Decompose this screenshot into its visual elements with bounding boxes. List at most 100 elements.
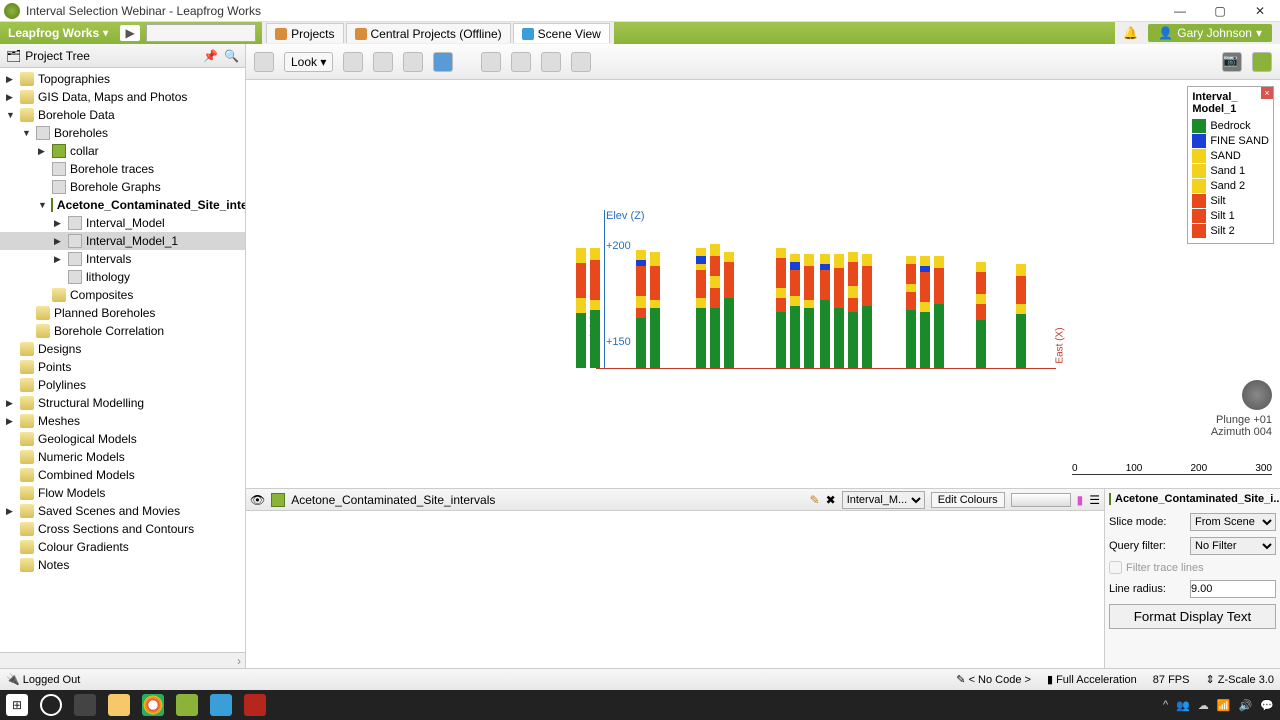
legend-close-icon[interactable]: × <box>1261 87 1273 99</box>
zscale-status[interactable]: ⇕ Z-Scale 3.0 <box>1205 673 1274 686</box>
code-status[interactable]: ✎ < No Code > <box>956 673 1031 686</box>
draw-polyline-icon[interactable] <box>541 52 561 72</box>
look-menu[interactable]: Look ▾ <box>284 52 333 72</box>
tree-item-composites[interactable]: Composites <box>0 286 245 304</box>
edit-colours-button[interactable]: Edit Colours <box>931 492 1005 508</box>
tree-item-gis-data-maps-and-photos[interactable]: ▶GIS Data, Maps and Photos <box>0 88 245 106</box>
expand-arrow-icon[interactable]: ▶ <box>6 92 16 103</box>
search-icon[interactable]: 🔍 <box>224 49 239 63</box>
close-button[interactable]: ✕ <box>1240 0 1280 22</box>
layer-colour-icon[interactable]: ▮ <box>1077 493 1084 507</box>
tree-item-acetone-contaminated-site-intervals[interactable]: ▼Acetone_Contaminated_Site_intervals <box>0 196 245 214</box>
tree-item-borehole-data[interactable]: ▼Borehole Data <box>0 106 245 124</box>
tab-projects[interactable]: Projects <box>266 23 343 43</box>
tree-item-structural-modelling[interactable]: ▶Structural Modelling <box>0 394 245 412</box>
tree-item-planned-boreholes[interactable]: Planned Boreholes <box>0 304 245 322</box>
expand-arrow-icon[interactable]: ▶ <box>6 416 16 427</box>
network-icon[interactable]: 📶 <box>1217 699 1231 712</box>
line-radius-input[interactable] <box>1190 580 1276 598</box>
cortana-icon[interactable] <box>40 694 62 716</box>
select-icon[interactable] <box>481 52 501 72</box>
ruler-icon[interactable] <box>373 52 393 72</box>
clear-scene-icon[interactable] <box>254 52 274 72</box>
pin-icon[interactable]: 📌 <box>203 49 218 63</box>
slice-mode-select[interactable]: From Scene <box>1190 513 1276 531</box>
task-view-icon[interactable] <box>74 694 96 716</box>
query-filter-select[interactable]: No Filter <box>1190 537 1276 555</box>
tree-item-meshes[interactable]: ▶Meshes <box>0 412 245 430</box>
orientation-widget[interactable]: Plunge +01 Azimuth 004 <box>1211 380 1272 438</box>
expand-arrow-icon[interactable]: ▶ <box>38 146 48 157</box>
remove-icon[interactable]: ✖ <box>826 493 836 507</box>
app-icon-blue[interactable] <box>210 694 232 716</box>
format-display-text-button[interactable]: Format Display Text <box>1109 604 1276 629</box>
tab-scene-view[interactable]: Scene View <box>513 23 610 43</box>
tree-item-notes[interactable]: Notes <box>0 556 245 574</box>
tree-item-saved-scenes-and-movies[interactable]: ▶Saved Scenes and Movies <box>0 502 245 520</box>
tree-item-cross-sections-and-contours[interactable]: Cross Sections and Contours <box>0 520 245 538</box>
brand-menu[interactable]: Leapfrog Works▾ <box>0 22 116 44</box>
system-tray[interactable]: ^ 👥 ☁ 📶 🔊 💬 <box>1163 699 1274 712</box>
draw-line-icon[interactable] <box>511 52 531 72</box>
start-button[interactable]: ⊞ <box>6 694 28 716</box>
tree-item-boreholes[interactable]: ▼Boreholes <box>0 124 245 142</box>
tree-item-lithology[interactable]: lithology <box>0 268 245 286</box>
people-icon[interactable]: 👥 <box>1176 699 1190 712</box>
notifications-icon[interactable]: 💬 <box>1260 699 1274 712</box>
expand-arrow-icon[interactable]: ▼ <box>6 110 16 120</box>
plane-icon[interactable] <box>433 52 453 72</box>
expand-arrow-icon[interactable]: ▶ <box>6 398 16 409</box>
tree-item-topographies[interactable]: ▶Topographies <box>0 70 245 88</box>
expand-arrow-icon[interactable]: ▶ <box>6 74 16 85</box>
opacity-slider[interactable] <box>1011 493 1071 507</box>
tree-item-interval-model-1[interactable]: ▶Interval_Model_1 <box>0 232 245 250</box>
chrome-icon[interactable] <box>142 694 164 716</box>
tree-item-numeric-models[interactable]: Numeric Models <box>0 448 245 466</box>
leapfrog-icon[interactable] <box>176 694 198 716</box>
tab-central-projects-offline-[interactable]: Central Projects (Offline) <box>346 23 511 43</box>
layer-options-icon[interactable]: ☰ <box>1089 493 1100 507</box>
tree-item-flow-models[interactable]: Flow Models <box>0 484 245 502</box>
bounding-box-icon[interactable] <box>343 52 363 72</box>
home-icon[interactable] <box>1252 52 1272 72</box>
login-status[interactable]: 🔌 Logged Out <box>6 673 80 686</box>
minimize-button[interactable]: — <box>1160 0 1200 22</box>
expand-arrow-icon[interactable]: ▼ <box>38 200 47 210</box>
notification-bell-icon[interactable]: 🔔 <box>1123 26 1138 40</box>
expand-arrow-icon[interactable]: ▶ <box>54 218 64 229</box>
recent-dropdown[interactable] <box>146 24 256 42</box>
expand-arrow-icon[interactable]: ▼ <box>22 128 32 138</box>
compass-icon[interactable] <box>1242 380 1272 410</box>
tree-item-borehole-traces[interactable]: Borehole traces <box>0 160 245 178</box>
maximize-button[interactable]: ▢ <box>1200 0 1240 22</box>
tree-item-collar[interactable]: ▶collar <box>0 142 245 160</box>
volume-icon[interactable]: 🔊 <box>1239 699 1253 712</box>
edit-icon[interactable]: ✎ <box>810 493 820 507</box>
tree-item-intervals[interactable]: ▶Intervals <box>0 250 245 268</box>
tree-item-designs[interactable]: Designs <box>0 340 245 358</box>
tree-item-polylines[interactable]: Polylines <box>0 376 245 394</box>
tree-item-interval-model[interactable]: ▶Interval_Model <box>0 214 245 232</box>
scene-viewport[interactable]: Elev (Z) +200 +150 North (Y) East (X) × … <box>246 80 1280 488</box>
tree-item-geological-models[interactable]: Geological Models <box>0 430 245 448</box>
tree-item-colour-gradients[interactable]: Colour Gradients <box>0 538 245 556</box>
visibility-icon[interactable]: 👁 <box>250 493 265 507</box>
tree-item-borehole-correlation[interactable]: Borehole Correlation <box>0 322 245 340</box>
play-button[interactable]: ▶ <box>120 25 140 41</box>
expand-arrow-icon[interactable]: ▶ <box>54 254 64 265</box>
slicer-icon[interactable] <box>403 52 423 72</box>
tray-chevron-icon[interactable]: ^ <box>1163 699 1168 711</box>
onedrive-icon[interactable]: ☁ <box>1198 699 1209 712</box>
tree-item-borehole-graphs[interactable]: Borehole Graphs <box>0 178 245 196</box>
expand-arrow-icon[interactable]: ▶ <box>54 236 64 247</box>
edit-tool-icon[interactable] <box>571 52 591 72</box>
user-menu[interactable]: 👤 Gary Johnson ▾ <box>1148 24 1272 42</box>
tree-item-combined-models[interactable]: Combined Models <box>0 466 245 484</box>
file-explorer-icon[interactable] <box>108 694 130 716</box>
acrobat-icon[interactable] <box>244 694 266 716</box>
tree-scrollbar[interactable]: › <box>0 652 245 668</box>
expand-arrow-icon[interactable]: ▶ <box>6 506 16 517</box>
camera-icon[interactable]: 📷 <box>1222 52 1242 72</box>
layer-attribute-select[interactable]: Interval_M... <box>842 491 925 509</box>
tree-item-points[interactable]: Points <box>0 358 245 376</box>
